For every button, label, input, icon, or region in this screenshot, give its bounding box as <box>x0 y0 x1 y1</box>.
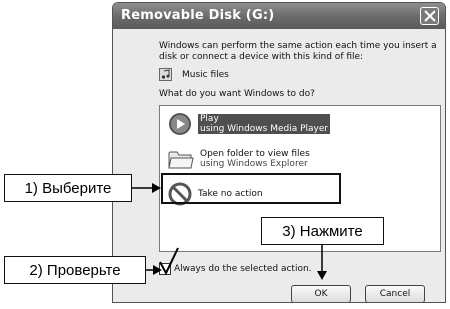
annotation-arrows <box>132 183 327 280</box>
